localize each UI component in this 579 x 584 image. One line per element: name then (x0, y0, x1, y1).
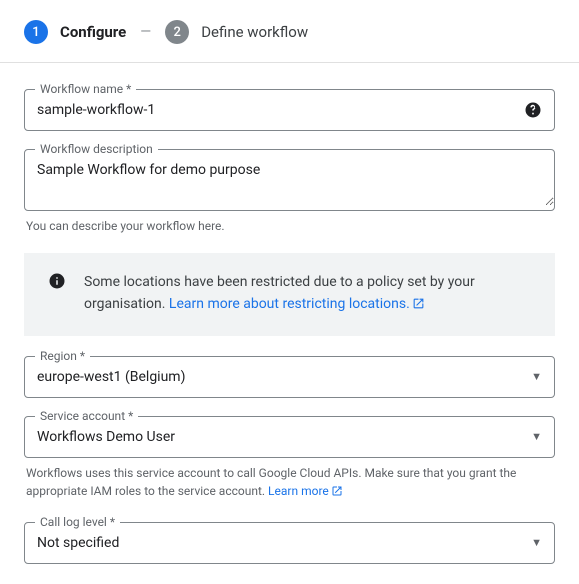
info-text: Some locations have been restricted due … (84, 271, 537, 318)
external-link-icon (412, 295, 425, 317)
help-icon[interactable] (524, 101, 542, 119)
region-select[interactable]: europe-west1 (Belgium) ▼ (25, 357, 554, 397)
call-log-level-select[interactable]: Not specified ▼ (25, 523, 554, 563)
service-account-learn-more-link[interactable]: Learn more (268, 484, 343, 498)
form-area: Workflow name * Workflow description You… (0, 63, 579, 584)
service-account-label: Service account * (35, 409, 138, 423)
step-1-label[interactable]: Configure (60, 23, 126, 41)
stepper: 1 Configure — 2 Define workflow (0, 0, 579, 62)
step-2-circle[interactable]: 2 (165, 20, 189, 44)
info-icon (48, 272, 66, 294)
service-account-value: Workflows Demo User (37, 429, 175, 445)
workflow-name-input[interactable] (25, 90, 554, 130)
step-1-circle[interactable]: 1 (24, 20, 48, 44)
workflow-name-field: Workflow name * (24, 89, 555, 131)
external-link-icon (331, 484, 343, 502)
service-account-helper: Workflows uses this service account to c… (26, 464, 555, 502)
restricting-locations-link[interactable]: Learn more about restricting locations. (169, 296, 425, 312)
workflow-name-label: Workflow name * (35, 82, 136, 96)
workflow-description-field: Workflow description (24, 149, 555, 211)
workflow-description-label: Workflow description (35, 142, 158, 156)
workflow-description-helper: You can describe your workflow here. (26, 217, 555, 235)
step-connector: — (140, 24, 151, 40)
region-value: europe-west1 (Belgium) (37, 369, 185, 385)
call-log-level-label: Call log level * (35, 515, 120, 529)
location-restriction-notice: Some locations have been restricted due … (24, 253, 555, 336)
region-field[interactable]: Region * europe-west1 (Belgium) ▼ (24, 356, 555, 398)
chevron-down-icon: ▼ (531, 370, 542, 383)
chevron-down-icon: ▼ (531, 430, 542, 443)
service-account-field[interactable]: Service account * Workflows Demo User ▼ (24, 416, 555, 458)
region-label: Region * (35, 349, 90, 363)
call-log-level-field[interactable]: Call log level * Not specified ▼ (24, 522, 555, 564)
workflow-description-input[interactable] (25, 150, 554, 206)
chevron-down-icon: ▼ (531, 536, 542, 549)
step-2-label[interactable]: Define workflow (201, 23, 308, 41)
service-account-select[interactable]: Workflows Demo User ▼ (25, 417, 554, 457)
call-log-level-value: Not specified (37, 535, 119, 551)
